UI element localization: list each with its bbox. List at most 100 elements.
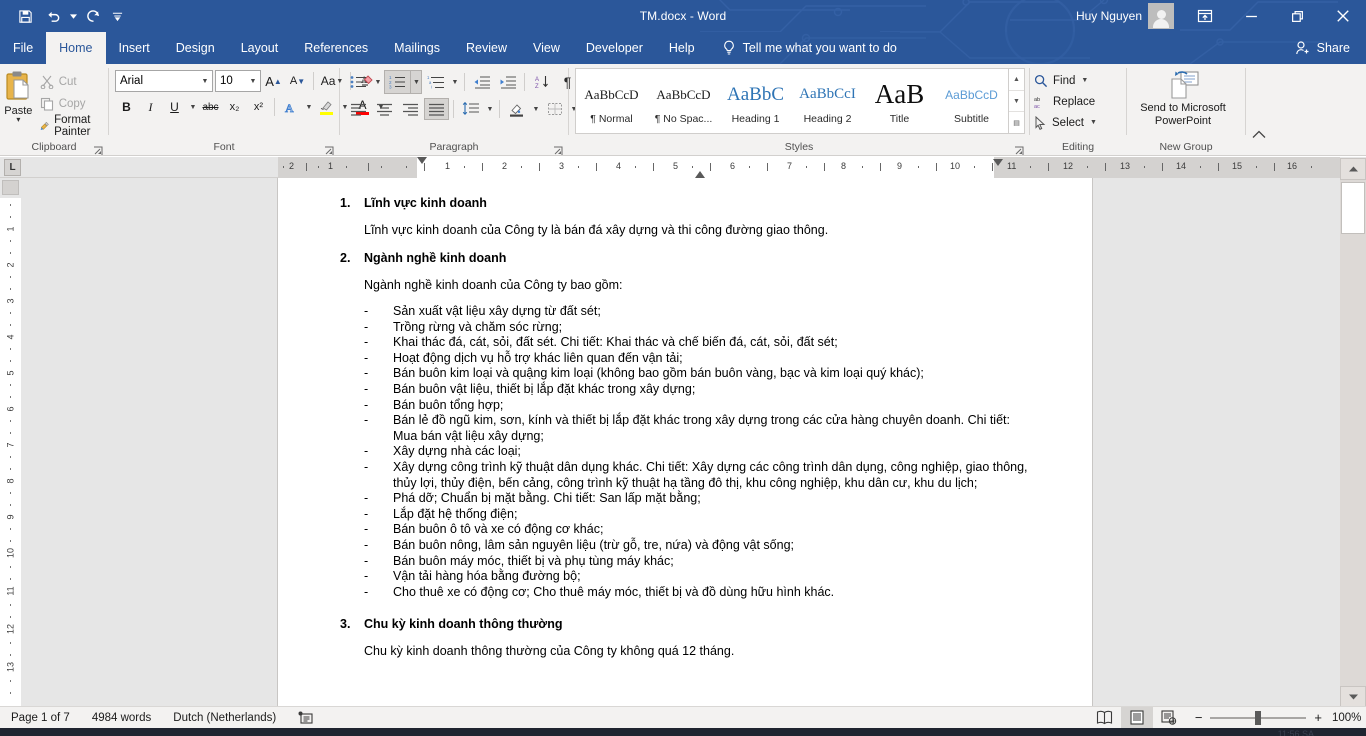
increase-indent-button[interactable] [495,71,520,93]
tab-developer[interactable]: Developer [573,32,656,64]
find-dropdown-icon[interactable]: ▼ [1081,77,1088,84]
style-title[interactable]: AaB Title [864,69,936,133]
scroll-down-button[interactable] [1340,686,1366,708]
undo-dropdown-icon[interactable] [68,4,78,28]
style-no-spacing[interactable]: AaBbCcD ¶ No Spac... [648,69,720,133]
web-layout-view-button[interactable] [1153,707,1185,729]
bold-button[interactable]: B [115,96,138,118]
language-indicator[interactable]: Dutch (Netherlands) [162,707,287,729]
tab-home[interactable]: Home [46,32,105,64]
style-normal[interactable]: AaBbCcD ¶ Normal [576,69,648,133]
zoom-in-button[interactable]: + [1314,710,1322,725]
numbering-button[interactable]: 123 [385,71,410,93]
read-mode-view-button[interactable] [1089,707,1121,729]
underline-dropdown-icon[interactable]: ▼ [187,96,198,118]
cut-button[interactable]: Cut [37,72,108,92]
paste-button[interactable]: Paste ▾ [0,68,37,123]
format-painter-button[interactable]: Format Painter [37,116,108,136]
select-dropdown-icon[interactable]: ▼ [1090,119,1097,126]
collapse-ribbon-button[interactable] [1246,64,1272,155]
shrink-font-button[interactable]: A▼ [286,70,309,92]
align-left-button[interactable] [346,98,371,120]
horizontal-ruler-strip[interactable]: 2 1 1 2 3 4 5 6 7 8 9 10 11 [278,157,1340,178]
borders-button[interactable] [542,98,567,120]
tab-review[interactable]: Review [453,32,520,64]
document-page[interactable]: 1. Lĩnh vực kinh doanh Lĩnh vực kinh doa… [278,178,1092,708]
zoom-slider-thumb[interactable] [1255,711,1261,725]
vertical-scrollbar[interactable] [1340,158,1366,708]
bullets-button[interactable] [346,71,371,93]
document-canvas[interactable]: 1. Lĩnh vực kinh doanh Lĩnh vực kinh doa… [21,178,1340,708]
find-button[interactable]: Find ▼ [1030,70,1088,91]
numbering-dropdown-icon[interactable]: ▼ [410,71,421,93]
select-button[interactable]: Select ▼ [1030,112,1097,133]
styles-gallery[interactable]: AaBbCcD ¶ Normal AaBbCcD ¶ No Spac... Aa… [575,68,1025,134]
styles-dialog-launcher[interactable] [1014,143,1026,155]
right-indent-marker[interactable] [993,159,1003,166]
avatar[interactable] [1148,3,1174,29]
styles-scrollbar[interactable]: ▲ ▼ ▤ [1008,69,1024,133]
styles-scroll-up-icon[interactable]: ▲ [1009,69,1024,91]
style-subtitle[interactable]: AaBbCcD Subtitle [936,69,1008,133]
replace-button[interactable]: abac Replace [1030,91,1095,112]
numbering-split-button[interactable]: 123 ▼ [384,70,422,94]
zoom-level[interactable]: 100% [1332,712,1366,724]
italic-button[interactable]: I [139,96,162,118]
underline-button[interactable]: U [163,96,186,118]
first-line-indent-marker[interactable] [417,157,427,164]
close-button[interactable] [1320,0,1366,32]
paragraph-dialog-launcher[interactable] [553,143,565,155]
tab-references[interactable]: References [291,32,381,64]
bullets-dropdown-icon[interactable]: ▼ [372,71,383,93]
justify-button[interactable] [424,98,449,120]
shading-dropdown-icon[interactable]: ▼ [530,98,541,120]
tell-me-search[interactable]: Tell me what you want to do [708,32,897,64]
shading-button[interactable] [504,98,529,120]
customize-qat-button[interactable] [108,4,126,28]
grow-font-button[interactable]: A▲ [262,70,285,92]
text-effects-button[interactable]: A [279,96,302,118]
redo-button[interactable] [80,4,106,28]
tab-stop-selector[interactable]: L [4,159,21,176]
align-right-button[interactable] [398,98,423,120]
subscript-button[interactable]: x₂ [223,96,246,118]
word-count[interactable]: 4984 words [81,707,162,729]
multilevel-list-button[interactable]: 1ai [423,71,448,93]
tab-insert[interactable]: Insert [106,32,163,64]
tab-view[interactable]: View [520,32,573,64]
styles-more-icon[interactable]: ▤ [1009,112,1024,133]
hanging-indent-marker[interactable] [695,171,705,178]
font-name-combobox[interactable]: Arial ▼ [115,70,213,92]
vertical-ruler[interactable]: 1 2 3 4 5 6 7 8 9 10 11 12 13 [0,178,21,708]
save-button[interactable] [12,4,38,28]
print-layout-view-button[interactable] [1121,707,1153,729]
multilevel-dropdown-icon[interactable]: ▼ [449,71,460,93]
line-spacing-button[interactable] [458,98,483,120]
tab-design[interactable]: Design [163,32,228,64]
tab-mailings[interactable]: Mailings [381,32,453,64]
tab-layout[interactable]: Layout [228,32,292,64]
page-indicator[interactable]: Page 1 of 7 [0,707,81,729]
send-to-powerpoint-button[interactable]: Send to Microsoft PowerPoint [1127,68,1239,128]
scroll-up-button[interactable] [1340,158,1366,180]
line-spacing-dropdown-icon[interactable]: ▼ [484,98,495,120]
strikethrough-button[interactable]: abc [199,96,222,118]
paste-dropdown-icon[interactable]: ▾ [16,117,20,123]
style-heading-2[interactable]: AaBbCcI Heading 2 [792,69,864,133]
font-size-combobox[interactable]: 10 ▼ [215,70,261,92]
undo-button[interactable] [40,4,66,28]
user-name[interactable]: Huy Nguyen [1076,9,1142,23]
font-dialog-launcher[interactable] [324,143,336,155]
clipboard-dialog-launcher[interactable] [93,143,105,155]
align-center-button[interactable] [372,98,397,120]
text-highlight-color-button[interactable] [315,96,338,118]
page-content[interactable]: 1. Lĩnh vực kinh doanh Lĩnh vực kinh doa… [278,178,1092,658]
styles-scroll-down-icon[interactable]: ▼ [1009,91,1024,113]
ribbon-display-options-icon[interactable] [1182,0,1228,32]
zoom-out-button[interactable]: − [1195,710,1203,725]
horizontal-ruler[interactable]: L 2 1 1 2 3 4 5 6 7 8 9 1 [0,157,1366,178]
vertical-ruler-strip[interactable]: 1 2 3 4 5 6 7 8 9 10 11 12 13 [0,198,21,708]
proofing-status[interactable] [287,707,324,729]
font-name-dropdown-icon[interactable]: ▼ [198,78,212,85]
superscript-button[interactable]: x² [247,96,270,118]
